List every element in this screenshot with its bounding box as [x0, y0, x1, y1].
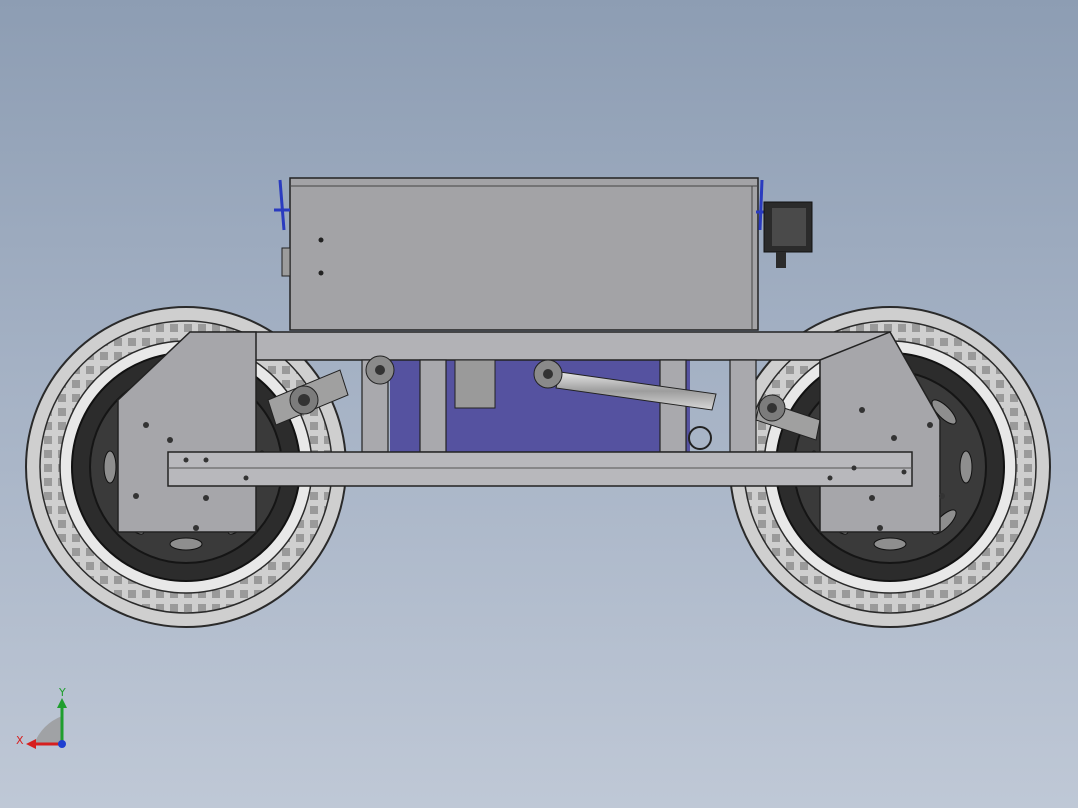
x-axis-arrow-icon: [26, 739, 36, 749]
battery-box[interactable]: [281, 177, 759, 331]
coordinate-triad: Y X: [16, 686, 67, 749]
y-axis-arrow-icon: [57, 698, 67, 708]
upper-frame-rail[interactable]: [233, 331, 891, 361]
lower-frame-rail[interactable]: [167, 451, 913, 487]
cad-viewport[interactable]: Y X: [0, 0, 1078, 808]
clamp-left: [274, 179, 290, 231]
y-axis-label: Y: [58, 686, 66, 699]
x-axis-label: X: [16, 734, 24, 747]
work-light[interactable]: [763, 201, 813, 268]
vehicle-model[interactable]: [0, 0, 1078, 808]
z-axis-dot-icon: [58, 740, 66, 748]
